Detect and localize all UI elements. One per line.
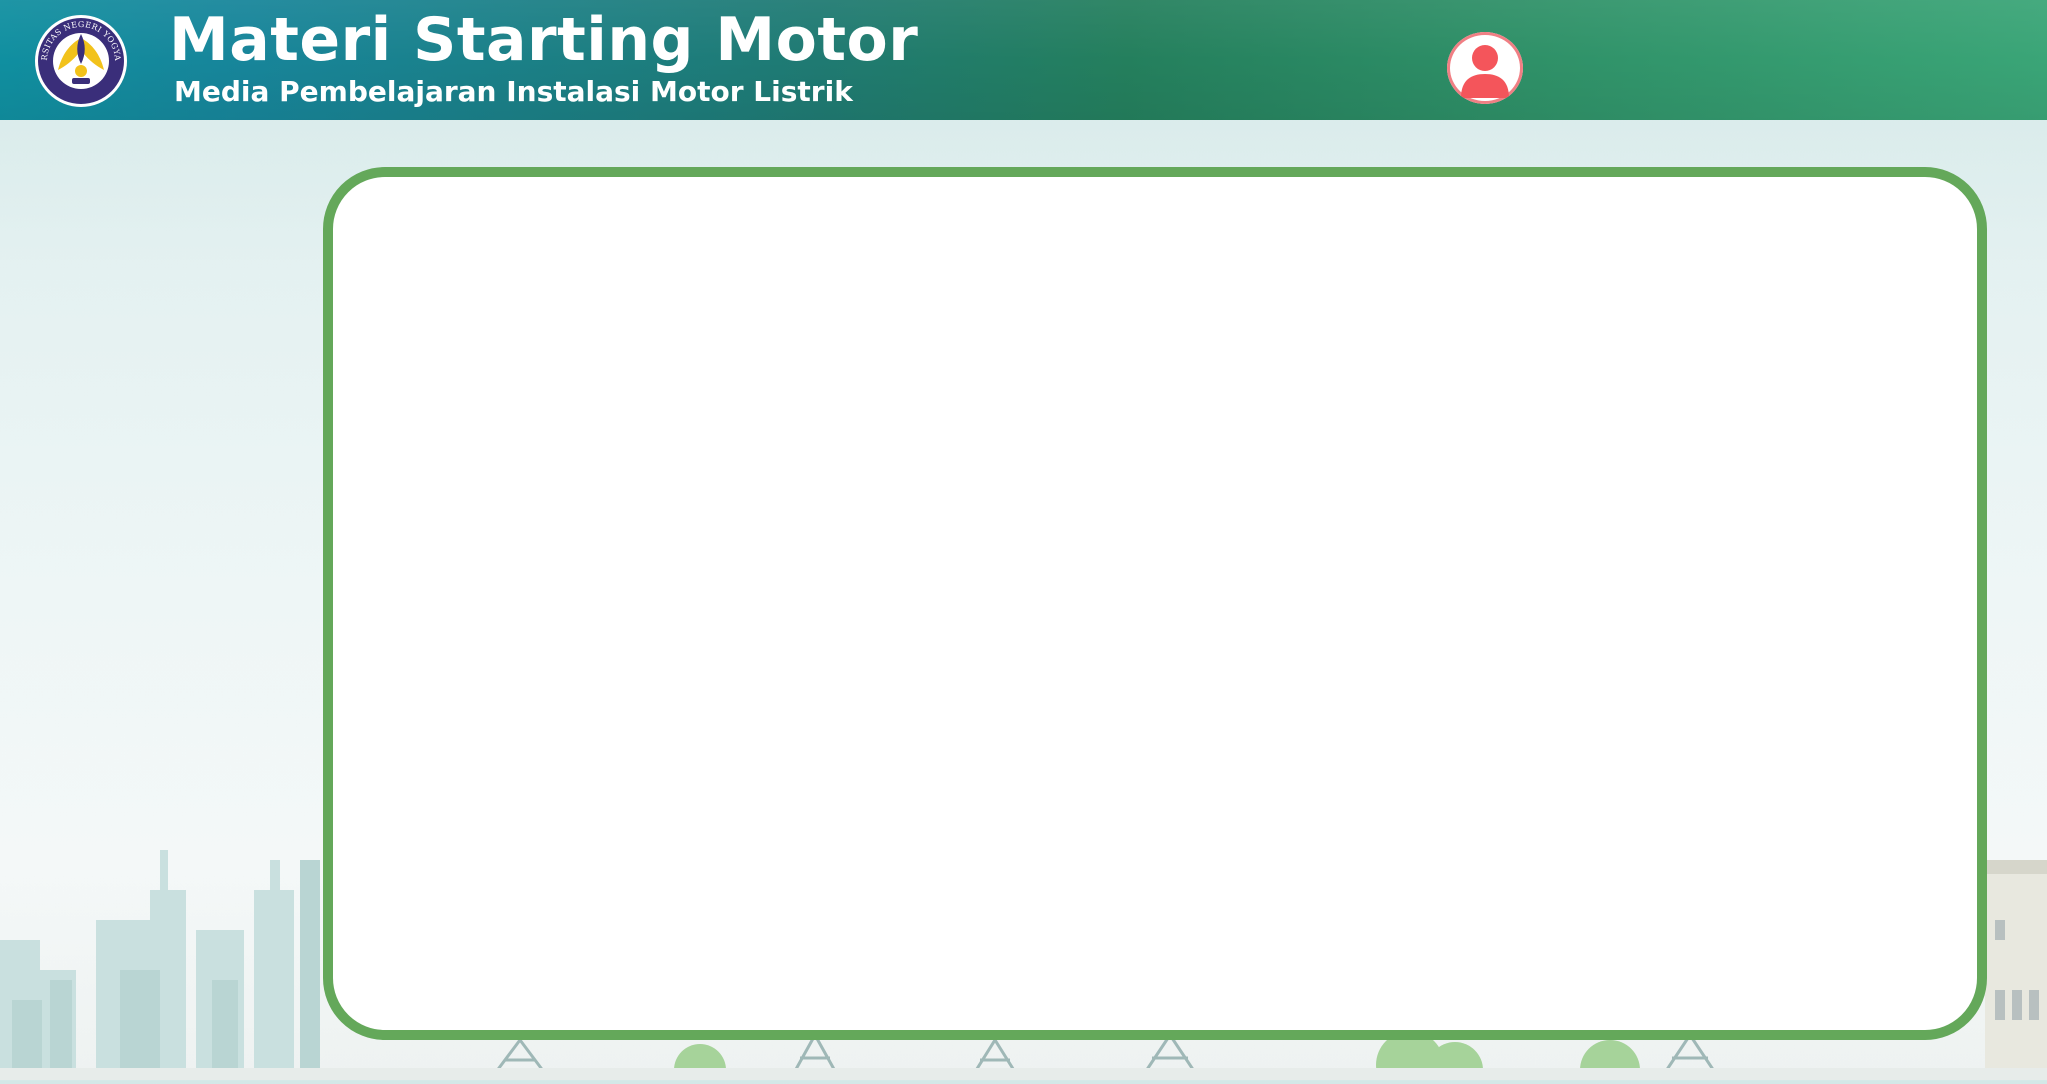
page-title: Materi Starting Motor — [169, 5, 919, 75]
university-logo: UNIVERSITAS NEGERI YOGYAKARTA — [28, 7, 130, 108]
university-seal-icon: UNIVERSITAS NEGERI YOGYAKARTA — [28, 7, 127, 107]
content-card — [323, 167, 1987, 1040]
profile-button[interactable] — [1447, 32, 1523, 104]
app-header: UNIVERSITAS NEGERI YOGYAKARTA Materi Sta… — [0, 0, 2047, 120]
user-profile-icon — [1461, 45, 1509, 98]
page-subtitle: Media Pembelajaran Instalasi Motor Listr… — [174, 75, 853, 108]
